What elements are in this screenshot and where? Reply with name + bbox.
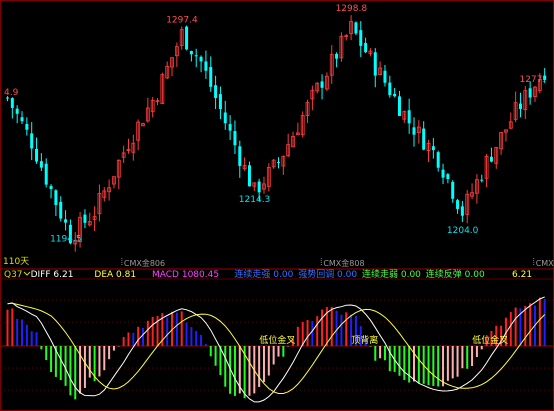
candle-body-down (223, 112, 227, 124)
macd-signal-label: 低位金叉 (472, 334, 508, 346)
candle-body-down (228, 124, 232, 131)
dea-line (7, 302, 546, 394)
candle-body-down (25, 123, 29, 130)
indicator-label: DEA 0.81 (94, 270, 136, 280)
price-annotation-high: 1298.8 (336, 4, 368, 14)
contract-label: CMX金806 (124, 258, 165, 268)
candle-body-down (489, 156, 493, 162)
candle-body-down (83, 214, 87, 223)
price-annotation-low: 1204.0 (447, 226, 479, 236)
diff-line (7, 296, 545, 403)
indicator-label: 强势回调 0.00 (298, 268, 357, 280)
candle-body-down (335, 53, 339, 59)
price-annotation-high: 1277. (519, 75, 545, 85)
candle-body-down (35, 148, 39, 162)
candle-body-down (518, 103, 522, 109)
candle-body-down (247, 165, 251, 187)
candle-body-down (39, 161, 43, 168)
indicator-label: 连续走强 0.00 (234, 268, 293, 280)
price-annotation-left: 4.9 (4, 88, 19, 98)
candle-body-down (49, 185, 53, 190)
candle-body-down (320, 81, 324, 88)
candle-body-down (388, 82, 392, 96)
candle-body-down (364, 42, 368, 53)
candle-body-down (194, 55, 198, 57)
candle-body-down (373, 52, 377, 76)
candle-body-down (480, 179, 484, 181)
candle-body-down (238, 146, 242, 166)
candle-body-down (436, 152, 440, 168)
price-annotation-low: 1214.3 (239, 195, 271, 205)
macd-signal-label: 顶背离 (351, 334, 378, 346)
indicator-label: 连续反弹 0.00 (426, 268, 485, 280)
contract-label: CMX金808 (323, 258, 364, 268)
candle-body-down (54, 190, 58, 205)
candle-body-down (359, 30, 363, 46)
macd-signal-label: 低位金叉 (259, 334, 295, 346)
candle-body-down (451, 181, 455, 199)
chart-frame (0, 0, 554, 411)
indicator-label: 6.21 (512, 270, 532, 280)
price-annotation-high: 1297.4 (166, 15, 198, 25)
candle-body-down (431, 146, 435, 151)
candle-body-down (233, 131, 237, 146)
candle-body-down (528, 88, 532, 98)
candle-body-down (30, 133, 34, 149)
candle-body-down (15, 108, 19, 114)
candle-body-down (393, 93, 397, 97)
candle-body-down (446, 174, 450, 180)
macd-candle-chart: 1297.4 1298.8 1277. 4.9 1194.5 1214.3 1204.0 11… (0, 0, 554, 411)
candle-body-down (422, 128, 426, 150)
candle-body-down (199, 56, 203, 62)
candle-body-down (218, 94, 222, 110)
candle-body-down (354, 22, 358, 34)
candle-body-down (383, 70, 387, 83)
interval-label: 110天 (3, 257, 29, 267)
candle-body-down (277, 162, 280, 164)
indicator-label: MACD 1080.45 (152, 270, 219, 280)
candle-body-down (257, 181, 261, 193)
price-annotation-low: 1194.5 (50, 234, 81, 244)
dropdown-chevron-icon[interactable] (23, 271, 31, 276)
candle-body-down (397, 96, 401, 116)
indicator-label: 连续走弱 0.00 (362, 268, 421, 280)
candle-body-down (185, 26, 189, 50)
candle-body-down (407, 110, 411, 124)
candle-body-down (44, 163, 48, 185)
candle-body-down (412, 127, 416, 135)
candle-body-down (214, 85, 218, 99)
indicator-label: DIFF 6.21 (31, 270, 74, 280)
contract-label: CMX (536, 259, 554, 268)
candle-body-down (189, 51, 193, 55)
candle-body-down (456, 200, 460, 209)
candle-body-down (20, 117, 24, 122)
indicator-label: Q37 (4, 270, 23, 280)
candle-body-down (204, 61, 208, 71)
candle-body-down (10, 98, 14, 108)
candle-body-down (209, 67, 213, 87)
candle-body-down (59, 201, 63, 219)
candle-body-down (460, 206, 464, 216)
candle-body-down (64, 219, 68, 223)
candle-body-down (441, 169, 445, 178)
